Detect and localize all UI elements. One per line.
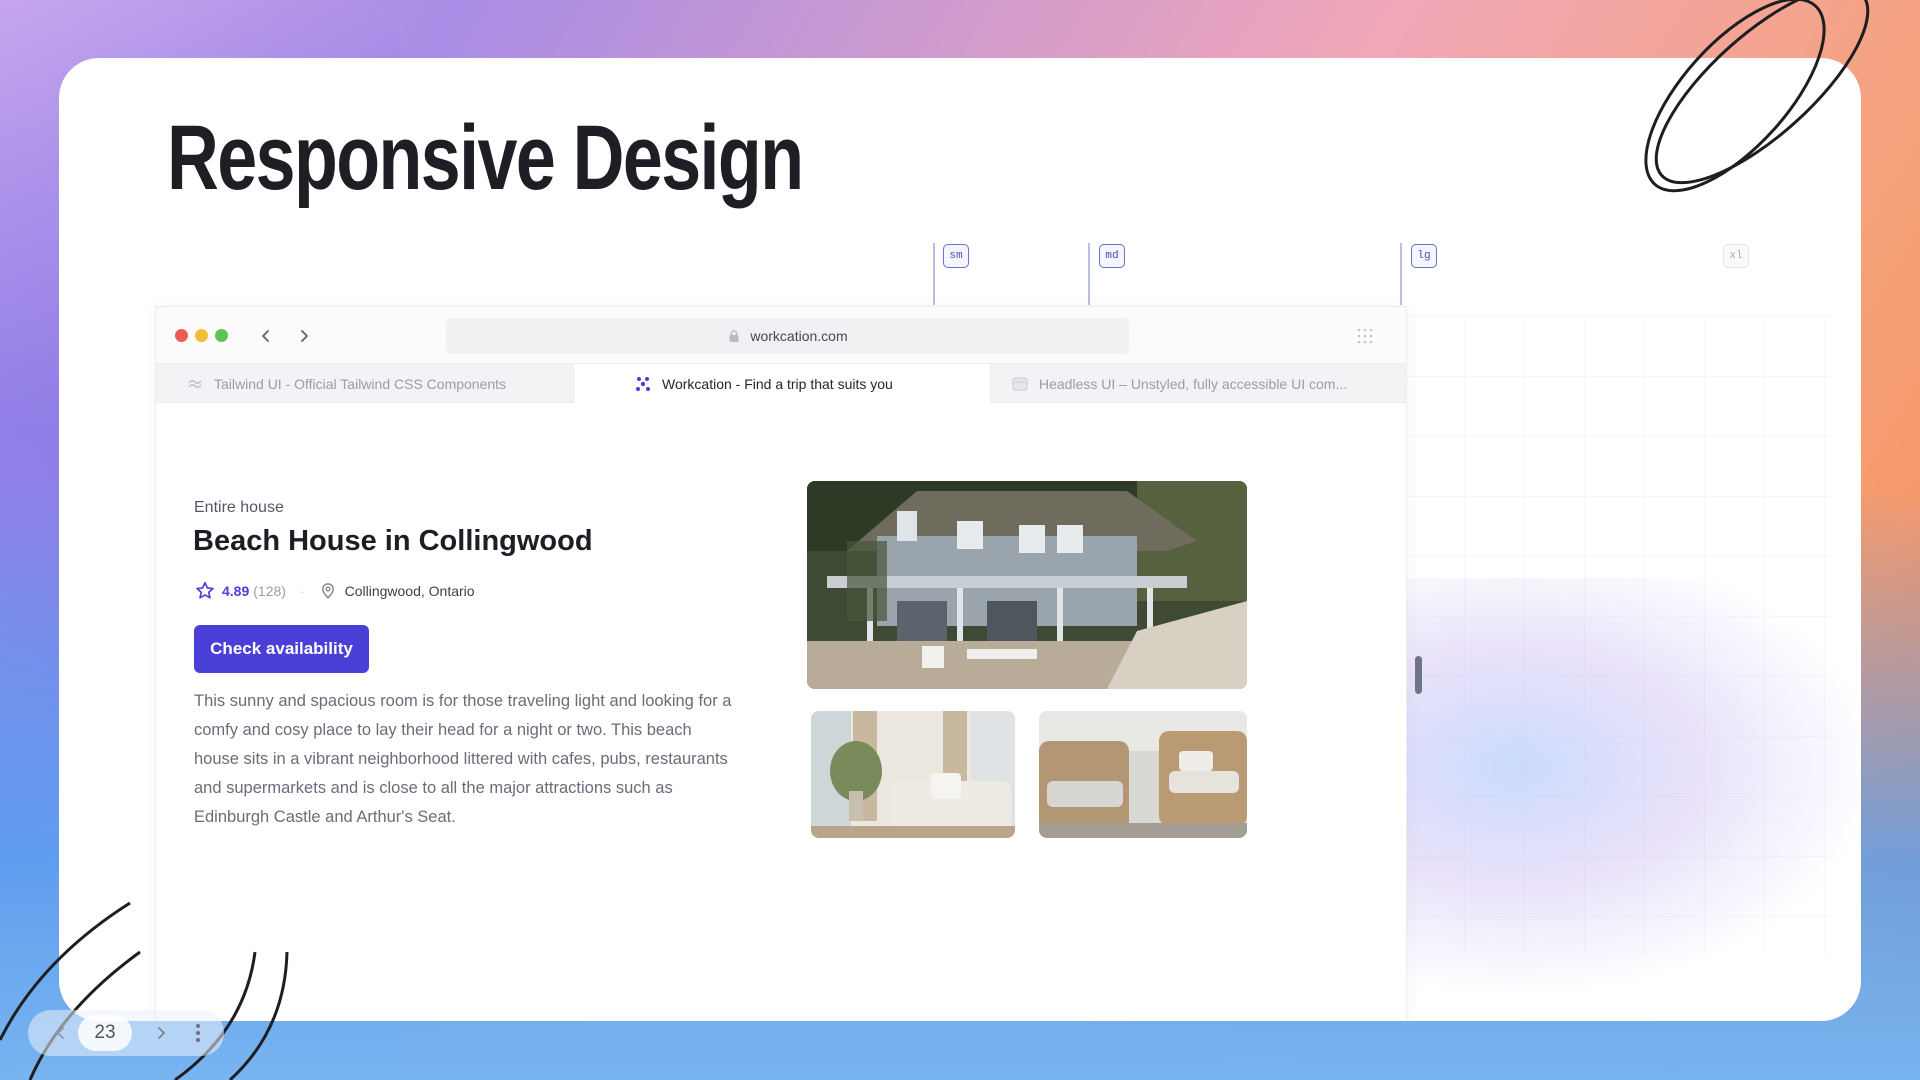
breakpoint-tag-sm: sm [943, 244, 969, 268]
lock-icon [729, 330, 739, 342]
tab-label: Workcation - Find a trip that suits you [662, 375, 893, 392]
window-minimize-dot[interactable] [195, 329, 208, 342]
check-availability-button[interactable]: Check availability [194, 625, 369, 673]
location-text: Collingwood, Ontario [344, 583, 475, 599]
rating-value: 4.89 [222, 583, 250, 599]
breakpoint-line-sm [933, 243, 935, 305]
tab-label: Headless UI – Unstyled, fully accessible… [1039, 375, 1348, 392]
chevron-left-icon [56, 1027, 64, 1039]
browser-window: workcation.com Tailwind UI - Official Ta… [155, 306, 1407, 1021]
tab-label: Tailwind UI - Official Tailwind CSS Comp… [214, 375, 507, 392]
chevron-right-icon [158, 1027, 166, 1039]
browser-toolbar: workcation.com [156, 307, 1406, 363]
address-bar[interactable]: workcation.com [446, 318, 1129, 354]
chevron-right-icon [301, 330, 308, 342]
breakpoint-tag-md: md [1099, 244, 1125, 268]
slide-number: 23 [78, 1015, 132, 1051]
workcation-logo-icon [636, 376, 650, 391]
grid-dots-icon[interactable] [1356, 327, 1374, 345]
review-count: (128) [253, 583, 286, 599]
resize-handle[interactable] [1415, 656, 1422, 694]
browser-tab-strip: Tailwind UI - Official Tailwind CSS Comp… [156, 363, 1406, 403]
slide-title: Responsive Design [167, 107, 804, 209]
breakpoint-tag-xl: xl [1723, 244, 1749, 268]
more-vertical-icon [196, 1024, 200, 1042]
living-room-photo [811, 711, 1015, 838]
slide-card: Responsive Design sm md lg xl workcation… [59, 58, 1861, 1021]
star-icon [196, 581, 214, 599]
listing-description: This sunny and spacious room is for thos… [194, 692, 732, 826]
next-slide-button[interactable] [144, 1016, 178, 1050]
tab-headless-ui[interactable]: Headless UI – Unstyled, fully accessible… [991, 364, 1406, 403]
breakpoint-line-lg [1400, 243, 1402, 305]
window-maximize-dot[interactable] [215, 329, 228, 342]
listing-title: Beach House in Collingwood [193, 525, 593, 557]
address-bar-url: workcation.com [750, 328, 848, 344]
slide-pager: 23 [28, 1010, 224, 1056]
more-options-button[interactable] [186, 1016, 210, 1050]
breakpoint-line-md [1088, 243, 1090, 305]
chevron-left-icon [262, 330, 269, 342]
listing-meta: 4.89 (128) · Collingwood, Ontario [194, 579, 475, 603]
listing-kicker: Entire house [194, 499, 284, 516]
breakpoint-tag-lg: lg [1411, 244, 1437, 268]
back-button[interactable] [252, 322, 280, 350]
patio-chairs-photo [1039, 711, 1247, 838]
headless-ui-logo-icon [1012, 377, 1028, 390]
location-pin-icon [321, 583, 334, 599]
window-close-dot[interactable] [175, 329, 188, 342]
tab-tailwind-ui[interactable]: Tailwind UI - Official Tailwind CSS Comp… [156, 364, 573, 403]
tab-workcation[interactable]: Workcation - Find a trip that suits you [573, 364, 991, 403]
previous-slide-button[interactable] [44, 1016, 78, 1050]
meta-separator: · [299, 583, 305, 599]
listing-page: Entire house Beach House in Collingwood … [156, 403, 1406, 1021]
forward-button[interactable] [290, 322, 318, 350]
main-house-photo [807, 481, 1247, 689]
tailwind-logo-icon [188, 379, 202, 388]
background-glow [1359, 578, 1861, 998]
